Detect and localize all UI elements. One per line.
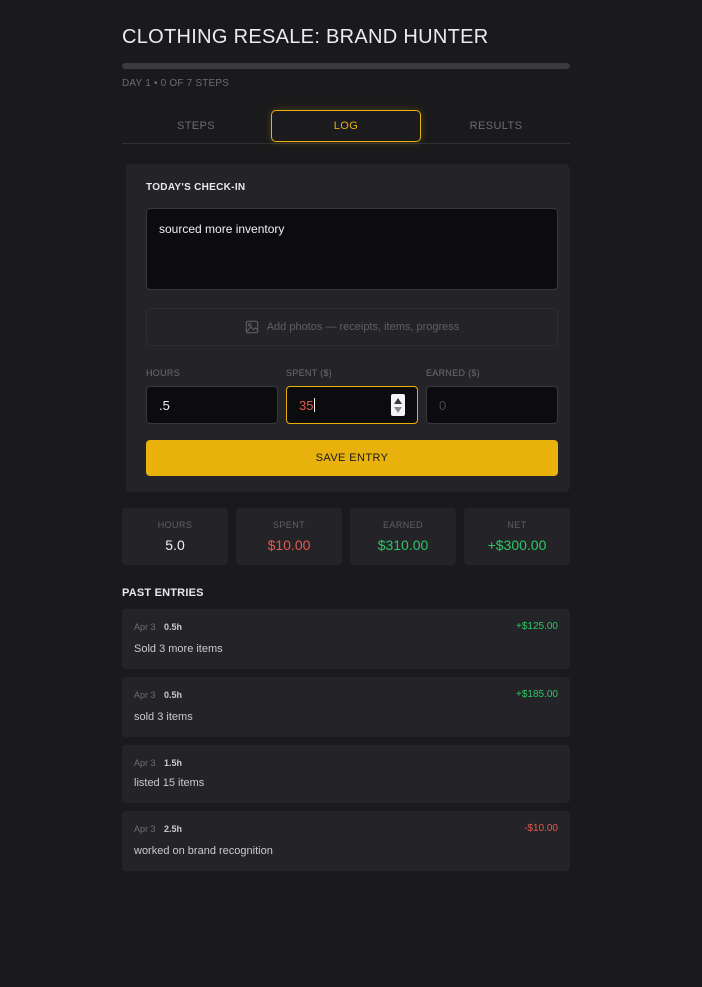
earned-input-placeholder: 0 [439, 397, 447, 413]
steps-progress-bar [122, 63, 570, 69]
stat-spent: SPENT $10.00 [236, 508, 342, 565]
list-item[interactable]: Apr 3 0.5h +$185.00 sold 3 items [122, 677, 570, 737]
day-step-meta: DAY 1 • 0 OF 7 STEPS [122, 78, 230, 89]
entry-hours: 0.5h [164, 622, 183, 632]
save-entry-button[interactable]: SAVE ENTRY [146, 440, 558, 476]
checkin-label: TODAY'S CHECK-IN [146, 182, 246, 193]
tab-steps[interactable]: STEPS [122, 110, 270, 142]
stat-earned: EARNED $310.00 [350, 508, 456, 565]
hours-input-value: .5 [159, 397, 170, 413]
stat-value: +$300.00 [487, 537, 547, 553]
stat-net: NET +$300.00 [464, 508, 570, 565]
stat-label: HOURS [157, 520, 193, 530]
stepper-down-icon[interactable] [394, 406, 402, 413]
stepper-up-icon[interactable] [394, 397, 402, 404]
entry-date: Apr 3 [134, 758, 156, 768]
add-photos-label: Add photos — receipts, items, progress [266, 321, 460, 333]
entry-description: Sold 3 more items [134, 643, 223, 655]
entry-amount: -$10.00 [524, 823, 558, 834]
past-entries-title: PAST ENTRIES [122, 587, 204, 599]
entry-amount: +$125.00 [516, 621, 558, 632]
entry-date: Apr 3 [134, 622, 156, 632]
stat-label: NET [507, 520, 527, 530]
checkin-card: TODAY'S CHECK-IN sourced more inventory … [122, 164, 570, 492]
list-item[interactable]: Apr 3 1.5h listed 15 items [122, 745, 570, 803]
earned-input[interactable]: 0 [426, 386, 558, 424]
stat-value: 5.0 [165, 537, 185, 553]
spent-input-value: 35 [299, 397, 314, 413]
entry-date: Apr 3 [134, 824, 156, 834]
entry-hours: 0.5h [164, 690, 183, 700]
image-icon [245, 320, 258, 334]
number-stepper[interactable] [391, 394, 405, 416]
spent-input[interactable]: 35 [286, 386, 418, 424]
entry-description: listed 15 items [134, 777, 205, 789]
entry-hours: 1.5h [164, 758, 183, 768]
stat-label: EARNED [383, 520, 423, 530]
tab-bar: STEPS LOG RESULTS [122, 110, 570, 144]
list-item[interactable]: Apr 3 2.5h -$10.00 worked on brand recog… [122, 811, 570, 871]
earned-label: EARNED ($) [426, 368, 481, 378]
tab-results[interactable]: RESULTS [422, 110, 570, 142]
stats-row: HOURS 5.0 SPENT $10.00 EARNED $310.00 NE… [122, 508, 570, 565]
spent-label: SPENT ($) [286, 368, 333, 378]
entry-hours: 2.5h [164, 824, 183, 834]
list-item[interactable]: Apr 3 0.5h +$125.00 Sold 3 more items [122, 609, 570, 669]
hours-input[interactable]: .5 [146, 386, 278, 424]
stat-value: $10.00 [267, 537, 311, 553]
checkin-note-textarea[interactable]: sourced more inventory [146, 208, 558, 290]
stat-label: SPENT [272, 520, 305, 530]
tab-log[interactable]: LOG [271, 110, 421, 142]
stat-hours: HOURS 5.0 [122, 508, 228, 565]
entry-date: Apr 3 [134, 690, 156, 700]
stat-value: $310.00 [377, 537, 429, 553]
page-title: CLOTHING RESALE: BRAND HUNTER [122, 26, 489, 48]
hours-label: HOURS [146, 368, 181, 378]
add-photos-button[interactable]: Add photos — receipts, items, progress [146, 308, 558, 346]
entry-description: sold 3 items [134, 711, 193, 723]
text-caret [314, 398, 316, 412]
entry-description: worked on brand recognition [134, 845, 273, 857]
entry-amount: +$185.00 [516, 689, 558, 700]
